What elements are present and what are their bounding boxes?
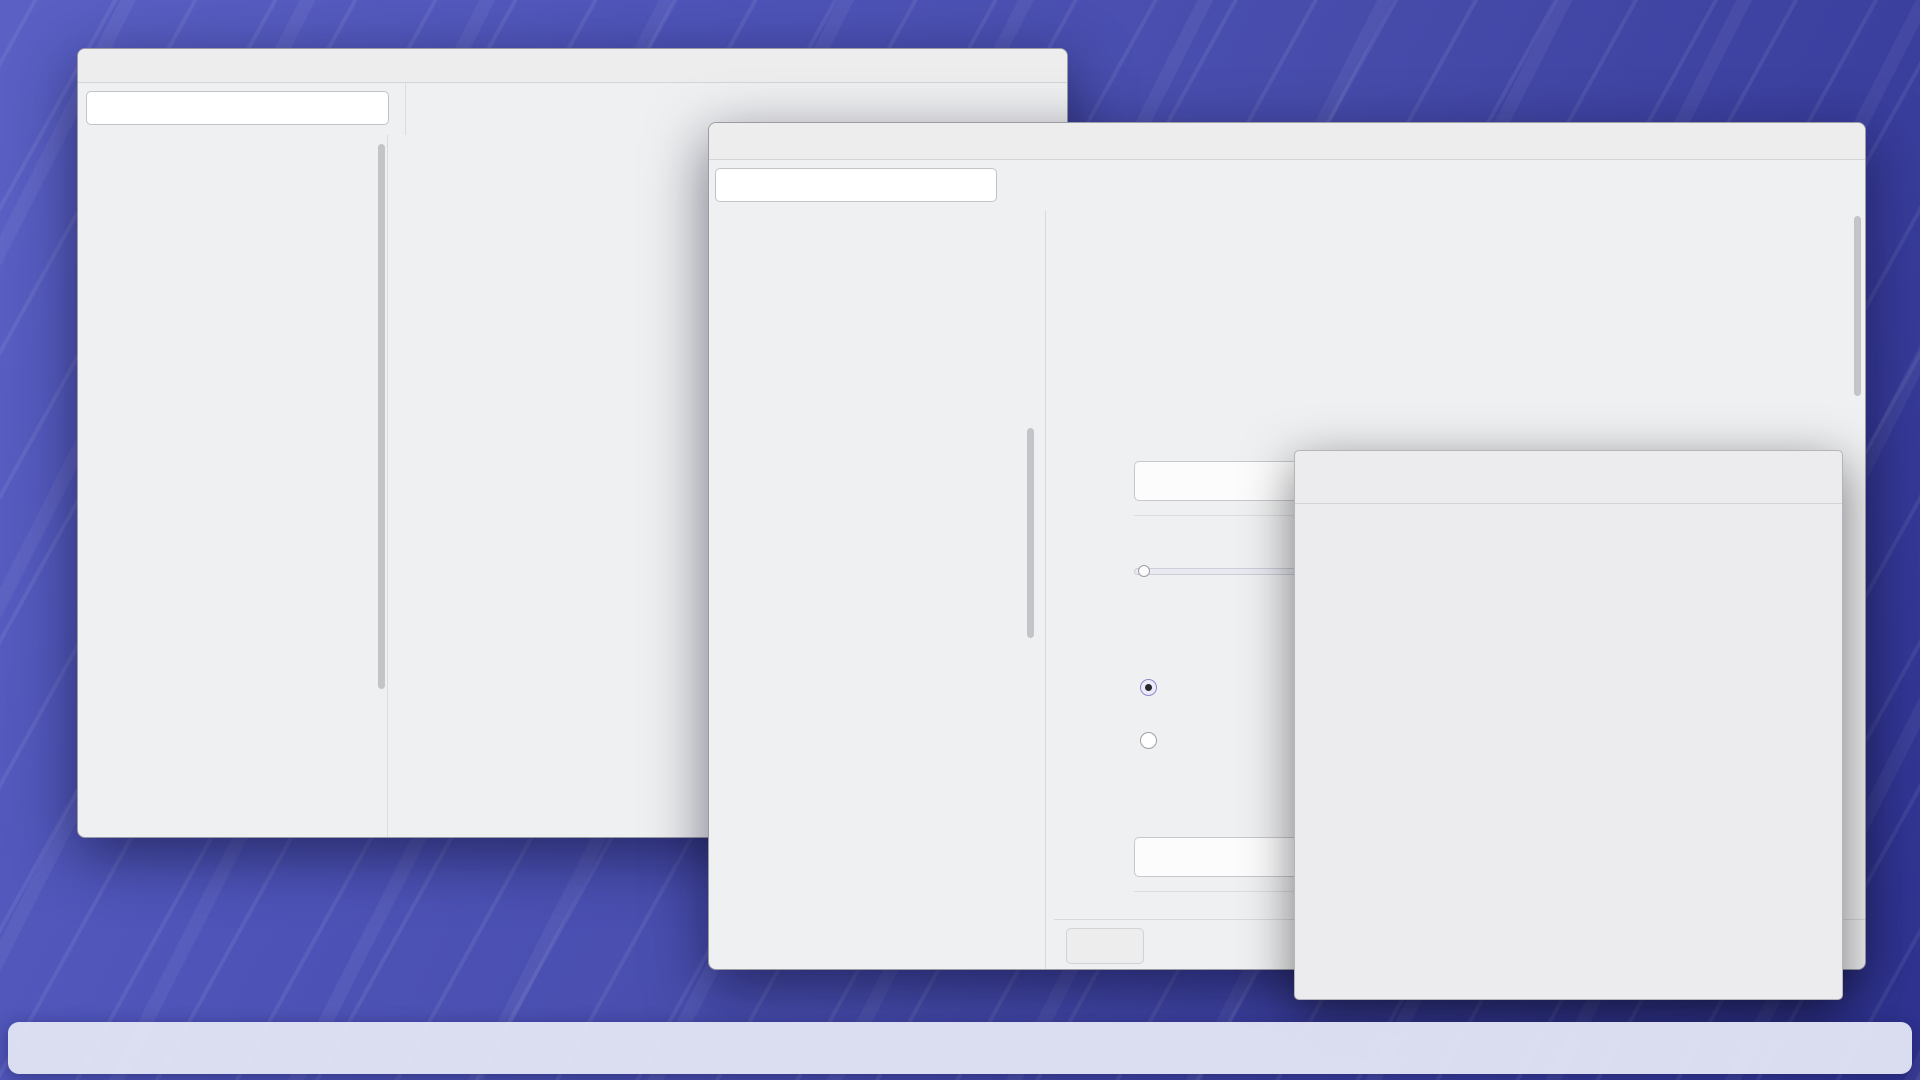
radio-opens-them[interactable] [1140, 732, 1157, 749]
system-tray [1898, 1022, 1912, 1074]
taskbar [8, 1022, 1912, 1074]
divider [405, 83, 406, 135]
desktop [0, 0, 1920, 1080]
discover-search[interactable] [86, 91, 389, 125]
search-input[interactable] [117, 99, 380, 118]
popup-header [1295, 451, 1842, 504]
discover-sidebar [78, 135, 388, 837]
close-button[interactable] [1837, 133, 1853, 149]
scrollbar[interactable] [378, 144, 385, 689]
pin-icon[interactable] [1806, 466, 1828, 488]
discover-titlebar[interactable] [78, 49, 1067, 83]
pin-icon[interactable] [120, 58, 136, 74]
wallpaper-icon [1149, 471, 1169, 491]
general-behavior-icon [1149, 847, 1169, 867]
search-input[interactable] [746, 176, 988, 195]
systemsettings-app-icon [719, 131, 740, 152]
pin-icon[interactable] [752, 133, 768, 149]
status-notifications-popup [1294, 450, 1843, 1000]
close-button[interactable] [1039, 58, 1055, 74]
maximize-button[interactable] [1007, 58, 1023, 74]
slider-handle[interactable] [1138, 565, 1150, 577]
window-title [78, 49, 1067, 82]
search-icon [724, 177, 740, 193]
hamburger-menu-icon[interactable] [1005, 174, 1033, 200]
settings-sidebar [709, 211, 1046, 969]
sidebar-scrollbar[interactable] [1027, 428, 1034, 638]
content-scrollbar[interactable] [1854, 216, 1861, 396]
configure-icon[interactable] [1761, 464, 1786, 489]
wallpaper-button[interactable] [1134, 461, 1306, 501]
reset-icon [1094, 938, 1110, 954]
search-icon [95, 100, 111, 116]
reset-button[interactable] [1066, 928, 1144, 964]
system-settings-titlebar[interactable] [709, 123, 1865, 160]
window-title [709, 123, 1865, 159]
discover-app-icon [88, 56, 108, 76]
taskbar-left [8, 1022, 20, 1074]
minimize-button[interactable] [1773, 133, 1789, 149]
settings-search[interactable] [715, 168, 997, 202]
maximize-button[interactable] [1805, 133, 1821, 149]
minimize-button[interactable] [975, 58, 991, 74]
radio-selects-them[interactable] [1140, 679, 1157, 696]
